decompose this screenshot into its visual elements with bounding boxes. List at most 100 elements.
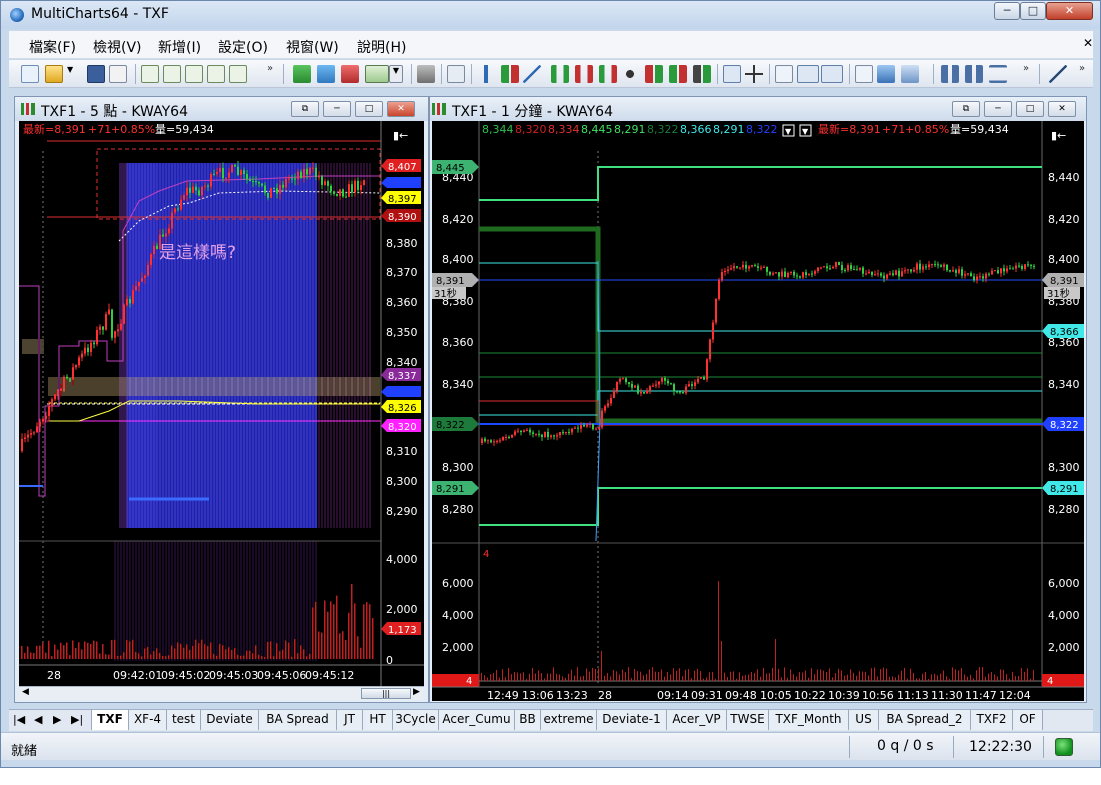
scrollbar-thumb[interactable]: ||| (361, 688, 411, 699)
minimize-button[interactable]: ─ (994, 2, 1020, 20)
chevron-down-icon[interactable]: ▼ (389, 65, 403, 83)
scanner-icon[interactable] (163, 65, 181, 83)
chart-window-5pt[interactable]: TXF1 - 5 點 - KWAY64 ⧉ ─ □ ✕ 是這樣嗎? 8,380 8… (14, 96, 429, 703)
portfolio-icon[interactable] (207, 65, 225, 83)
sheet-tab[interactable]: TXF2 (971, 710, 1013, 730)
menu-file[interactable]: 檔案(F) (29, 37, 76, 57)
save-as-icon[interactable] (109, 65, 127, 83)
cursor-icon[interactable] (723, 65, 741, 83)
volume-bars-icon[interactable] (669, 65, 687, 83)
hourglass-icon[interactable] (989, 65, 1007, 83)
chart-pane-right[interactable]: 8,440 8,440 8,420 8,420 8,400 8,400 8,380 8,380… (432, 121, 1084, 701)
chart-window-title-bar[interactable]: TXF1 - 1 分鐘 - KWAY64 ⧉ ─ □ ✕ (430, 97, 1086, 121)
mdi-close-icon[interactable]: ✕ (1083, 36, 1093, 50)
scroll-left-icon[interactable]: ◀ (22, 687, 29, 697)
dots-icon[interactable] (621, 65, 639, 83)
zoom-in-icon[interactable] (941, 65, 959, 83)
sheet-tab[interactable]: Deviate (201, 710, 259, 730)
toolbar-more-icon[interactable]: » (1079, 63, 1085, 74)
maximize-button[interactable]: □ (1020, 2, 1046, 20)
sheet-tab[interactable]: TXF_Month (769, 710, 849, 730)
candlestick-icon[interactable] (501, 65, 519, 83)
sheet-tab[interactable]: BA Spread_2 (879, 710, 971, 730)
insert-study-icon[interactable] (293, 65, 311, 83)
next-tab-icon[interactable]: ▶ (53, 713, 61, 726)
chart-annotation[interactable]: 是這樣嗎? (159, 243, 236, 263)
scale-toggle-icon[interactable]: ▮← (393, 129, 408, 142)
maximize-icon[interactable]: □ (1016, 101, 1044, 117)
restore-icon[interactable]: ⧉ (952, 101, 980, 117)
prev-tab-icon[interactable]: ◀ (34, 713, 42, 726)
close-icon[interactable]: ✕ (387, 101, 415, 117)
window-icon[interactable] (855, 65, 873, 83)
insert-drawing-icon[interactable] (341, 65, 359, 83)
line-chart-icon[interactable] (523, 65, 541, 83)
menu-settings[interactable]: 設定(O) (218, 37, 268, 57)
chart-window-1min[interactable]: TXF1 - 1 分鐘 - KWAY64 ⧉ ─ □ ✕ 8,440 8,440 8… (429, 96, 1087, 703)
minimize-icon[interactable]: ─ (323, 101, 351, 117)
chevron-down-icon[interactable]: ▼ (802, 127, 809, 136)
sheet-tab[interactable]: Acer_VP (667, 710, 727, 730)
kagi-icon[interactable] (575, 65, 593, 83)
crosshair-icon[interactable] (745, 65, 763, 83)
format-icon[interactable] (417, 65, 435, 83)
last-tab-icon[interactable]: ▶| (71, 713, 83, 726)
scale-toggle-icon[interactable]: ▮← (1051, 129, 1066, 142)
dom-icon[interactable] (185, 65, 203, 83)
ohlc-bar-icon[interactable] (477, 65, 495, 83)
sheet-tab[interactable]: TXF (91, 710, 129, 730)
renko-icon[interactable] (599, 65, 617, 83)
sheet-tab[interactable]: XF-4 (129, 710, 167, 730)
report-icon[interactable] (229, 65, 247, 83)
scroll-down-icon[interactable] (797, 65, 819, 83)
toolbar-more-icon[interactable]: » (1023, 63, 1029, 74)
menu-window[interactable]: 視窗(W) (286, 37, 339, 57)
chart-canvas-right[interactable]: 8,440 8,4408,420 8,4208,400 8,4008,380 8,380… (432, 121, 1084, 701)
chevron-down-icon[interactable]: ▼ (785, 127, 792, 136)
maximize-icon[interactable]: □ (355, 101, 383, 117)
picture-icon[interactable] (877, 65, 895, 83)
menu-help[interactable]: 說明(H) (357, 37, 406, 57)
sheet-tab[interactable]: 3Cycle (393, 710, 439, 730)
save-icon[interactable] (87, 65, 105, 83)
trendline-icon[interactable] (1049, 65, 1067, 83)
sheet-tab[interactable]: US (849, 710, 879, 730)
new-workspace-icon[interactable] (21, 65, 39, 83)
close-button[interactable]: ✕ (1046, 2, 1093, 20)
heikin-icon[interactable] (645, 65, 663, 83)
scroll-end-icon[interactable] (821, 65, 843, 83)
zoom-icon[interactable] (901, 65, 919, 83)
chart-window-title-bar[interactable]: TXF1 - 5 點 - KWAY64 ⧉ ─ □ ✕ (15, 97, 428, 121)
menu-insert[interactable]: 新增(I) (158, 37, 201, 57)
sheet-tab[interactable]: BA Spread (259, 710, 337, 730)
chevron-down-icon[interactable]: ▼ (67, 65, 77, 83)
sheet-tab[interactable]: HT (363, 710, 393, 730)
chart-pane-left[interactable]: 是這樣嗎? 8,380 8,370 8,360 8,350 8,340 8,310 8,30… (19, 121, 424, 686)
sheet-tab[interactable]: OF (1013, 710, 1043, 730)
insert-signal-icon[interactable] (317, 65, 335, 83)
chart-canvas-left[interactable]: 是這樣嗎? 8,380 8,370 8,360 8,350 8,340 8,310 8,30… (19, 121, 424, 686)
close-icon[interactable]: ✕ (1048, 101, 1076, 117)
sheet-tab[interactable]: TWSE (727, 710, 769, 730)
open-folder-icon[interactable] (45, 65, 63, 83)
sheet-tab[interactable]: Deviate-1 (597, 710, 667, 730)
first-tab-icon[interactable]: |◀ (13, 713, 25, 726)
sheet-tab[interactable]: extreme (541, 710, 597, 730)
toolbar-more-icon[interactable]: » (267, 63, 273, 74)
scroll-right-icon[interactable]: ▶ (413, 687, 420, 697)
connection-status-icon[interactable] (1055, 738, 1073, 756)
properties-icon[interactable] (447, 65, 465, 83)
comment-icon[interactable] (775, 65, 793, 83)
minimize-icon[interactable]: ─ (984, 101, 1012, 117)
sheet-tab[interactable]: Acer_Cumu (439, 710, 515, 730)
chart-window-icon[interactable] (141, 65, 159, 83)
menu-view[interactable]: 檢視(V) (93, 37, 142, 57)
restore-icon[interactable]: ⧉ (291, 101, 319, 117)
sheet-tab[interactable]: BB (515, 710, 541, 730)
zoom-out-icon[interactable] (965, 65, 983, 83)
point-figure-icon[interactable] (551, 65, 569, 83)
sheet-tab[interactable]: JT (337, 710, 363, 730)
hlc-icon[interactable] (693, 65, 711, 83)
horizontal-scrollbar[interactable]: ◀ ||| ▶ (19, 686, 424, 700)
sheet-tab[interactable]: test (167, 710, 201, 730)
